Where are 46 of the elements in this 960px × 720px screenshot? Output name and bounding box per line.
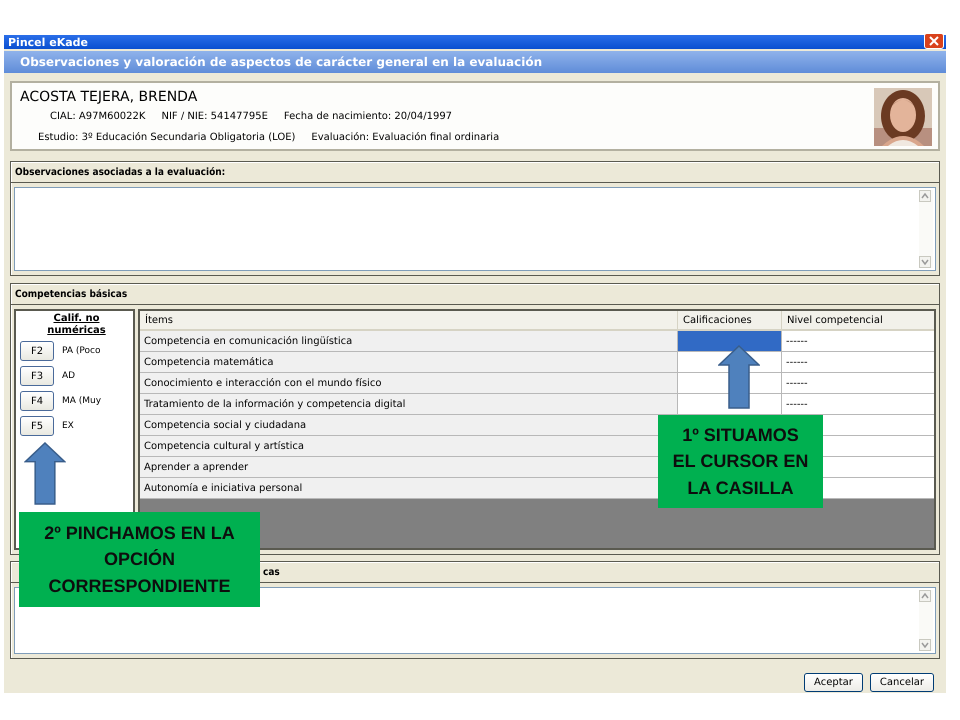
dialog-title: Observaciones y valoración de aspectos de carácter general en la evaluación bbox=[20, 55, 542, 69]
grade-label: MA (Muy bbox=[62, 396, 102, 406]
scrollbar[interactable] bbox=[919, 190, 933, 268]
student-detail: Evaluación: Evaluación final ordinaria bbox=[311, 132, 500, 143]
grade-cell[interactable] bbox=[677, 331, 781, 351]
table-cell: ------ bbox=[781, 373, 934, 393]
window-title: Pincel eKade bbox=[8, 37, 88, 49]
up-arrow-icon bbox=[718, 345, 760, 409]
student-detail: CIAL: A97M60022K bbox=[50, 111, 146, 122]
close-button[interactable] bbox=[924, 33, 944, 49]
grades-title: Calif. no numéricas bbox=[46, 313, 107, 337]
table-cell: ------ bbox=[781, 331, 934, 351]
grade-key-button[interactable]: F2 bbox=[20, 341, 54, 361]
scrollbar[interactable] bbox=[919, 590, 933, 651]
grade-key-button[interactable]: F4 bbox=[20, 391, 54, 411]
column-header[interactable]: Nivel competencial bbox=[781, 311, 934, 329]
up-arrow-icon bbox=[24, 442, 66, 505]
student-detail: NIF / NIE: 54147795E bbox=[161, 111, 268, 122]
panel-heading: cas bbox=[263, 566, 280, 578]
callout: 2º PINCHAMOS EN LA OPCIÓN CORRESPONDIENTE bbox=[19, 512, 260, 607]
table-cell: Tratamiento de la información y competencia digital bbox=[140, 394, 677, 414]
scroll-down-icon[interactable] bbox=[919, 256, 931, 268]
panel-heading: Competencias básicas bbox=[15, 288, 128, 300]
table-cell: Competencia matemática bbox=[140, 352, 677, 372]
close-icon bbox=[929, 36, 939, 46]
panel-heading: Observaciones asociadas a la evaluación: bbox=[15, 166, 226, 178]
table-cell: Conocimiento e interacción con el mundo físico bbox=[140, 373, 677, 393]
scroll-up-icon[interactable] bbox=[919, 190, 931, 202]
student-detail: Estudio: 3º Educación Secundaria Obligatoria (LOE) bbox=[38, 132, 296, 143]
grade-label: PA (Poco bbox=[62, 346, 100, 356]
cancel-button[interactable]: Cancelar bbox=[870, 673, 934, 692]
column-header[interactable]: Calificaciones bbox=[677, 311, 781, 329]
table-cell: ------ bbox=[781, 352, 934, 372]
grade-label: AD bbox=[62, 371, 76, 381]
table-cell: ------ bbox=[781, 394, 934, 414]
grade-label: EX bbox=[62, 421, 74, 431]
student-detail: Fecha de nacimiento: 20/04/1997 bbox=[284, 111, 452, 122]
column-header[interactable]: Ítems bbox=[140, 311, 677, 329]
table-cell: Competencia en comunicación lingüística bbox=[140, 331, 677, 351]
grade-key-button[interactable]: F5 bbox=[20, 416, 54, 436]
student-name: ACOSTA TEJERA, BRENDA bbox=[20, 89, 198, 105]
accept-button[interactable]: Aceptar bbox=[804, 673, 863, 692]
scroll-up-icon[interactable] bbox=[919, 590, 931, 602]
grade-key-button[interactable]: F3 bbox=[20, 366, 54, 386]
scroll-down-icon[interactable] bbox=[919, 639, 931, 651]
text-area[interactable] bbox=[14, 187, 936, 271]
